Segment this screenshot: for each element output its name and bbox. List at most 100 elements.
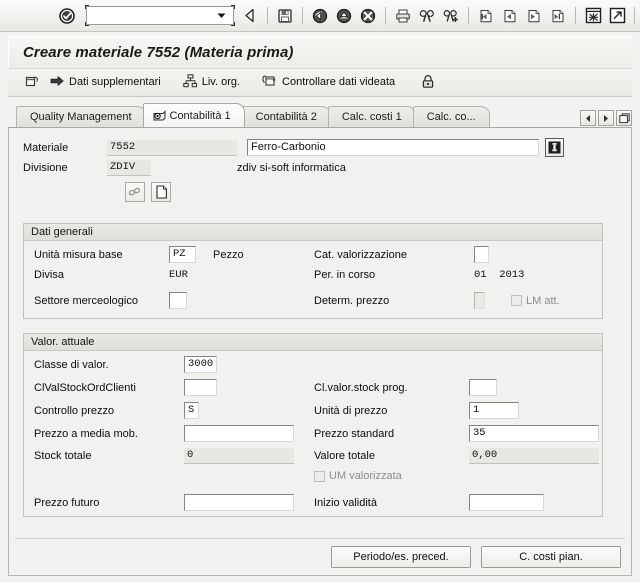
link-chain-icon[interactable] bbox=[125, 182, 145, 202]
prezzo-futuro-input[interactable] bbox=[184, 494, 294, 511]
create-shortcut-icon[interactable] bbox=[606, 5, 628, 27]
tab-contabilita-1[interactable]: Contabilità 1 bbox=[142, 103, 245, 127]
c-costi-pian-button[interactable]: C. costi pian. bbox=[481, 546, 621, 568]
per-in-corso-row: Per. in corso 01 2013 bbox=[314, 269, 524, 281]
system-toolbar: ? bbox=[0, 0, 640, 32]
settore-merceologico-row: Settore merceologico bbox=[34, 292, 187, 309]
settore-merceologico-input[interactable] bbox=[169, 292, 187, 309]
classe-di-valor-input[interactable]: 3000 bbox=[184, 356, 217, 373]
unita-di-prezzo-label: Unità di prezzo bbox=[314, 404, 388, 417]
materiale-input[interactable]: 7552 bbox=[107, 139, 237, 156]
tab-calc-costi-2[interactable]: Calc. co... bbox=[412, 106, 490, 127]
unita-misura-base-text: Pezzo bbox=[213, 248, 244, 261]
focus-corner-tl bbox=[85, 5, 89, 9]
cancel-icon[interactable] bbox=[357, 5, 379, 27]
unita-misura-base-input[interactable]: PZ bbox=[169, 246, 196, 263]
lock-icon bbox=[421, 74, 435, 92]
toolbar-separator bbox=[468, 7, 469, 24]
back-green-icon[interactable] bbox=[309, 5, 331, 27]
stock-totale-input: 0 bbox=[184, 448, 294, 464]
unita-misura-base-row: Unità misura base PZ Pezzo bbox=[34, 246, 244, 263]
back-icon[interactable] bbox=[239, 5, 261, 27]
find-next-icon[interactable] bbox=[440, 5, 462, 27]
tab-contabilita-2[interactable]: Contabilità 2 bbox=[241, 106, 331, 127]
divisione-description: zdiv si-soft informatica bbox=[237, 162, 346, 174]
chevron-down-icon[interactable] bbox=[213, 7, 229, 24]
check-circle-icon[interactable] bbox=[56, 5, 78, 27]
lock-button[interactable] bbox=[416, 71, 440, 94]
materiale-row: Materiale 7552 Ferro-Carbonio bbox=[23, 138, 564, 157]
cl-valor-stock-prog-input[interactable] bbox=[469, 379, 497, 396]
arrow-right-icon bbox=[50, 74, 65, 91]
command-input[interactable] bbox=[87, 8, 213, 23]
first-page-icon[interactable] bbox=[475, 5, 497, 27]
cat-valorizzazione-row: Cat. valorizzazione bbox=[314, 246, 489, 263]
prezzo-a-media-mob-input[interactable] bbox=[184, 425, 294, 442]
print-icon[interactable] bbox=[392, 5, 414, 27]
footer-button-bar: Periodo/es. preced. C. costi pian. bbox=[9, 546, 631, 568]
unita-misura-base-label: Unità misura base bbox=[34, 248, 123, 261]
dati-generali-group: Dati generali Unità misura base PZ Pezzo… bbox=[23, 223, 603, 319]
inizio-validita-input[interactable] bbox=[469, 494, 544, 511]
controllare-dati-videata-button[interactable]: Controllare dati videata bbox=[257, 71, 400, 94]
footer-separator bbox=[15, 538, 625, 539]
periodo-es-preced-button[interactable]: Periodo/es. preced. bbox=[331, 546, 471, 568]
check-screen-icon bbox=[262, 74, 278, 91]
unita-di-prezzo-input[interactable]: 1 bbox=[469, 402, 519, 419]
prezzo-futuro-label: Prezzo futuro bbox=[34, 496, 100, 509]
info-button-icon[interactable] bbox=[545, 138, 564, 157]
controllo-prezzo-row: Controllo prezzo S bbox=[34, 402, 199, 419]
toolbar-separator bbox=[302, 7, 303, 24]
divisione-row: Divisione ZDIV zdiv si-soft informatica bbox=[23, 160, 346, 176]
determ-prezzo-label: Determ. prezzo bbox=[314, 294, 390, 307]
save-icon[interactable] bbox=[274, 5, 296, 27]
document-page-icon[interactable] bbox=[151, 182, 171, 202]
tab-strip: Quality Management Contabilità 1 Contabi… bbox=[8, 103, 632, 127]
settore-merceologico-label: Settore merceologico bbox=[34, 294, 138, 307]
controllo-prezzo-input[interactable]: S bbox=[184, 402, 199, 419]
stock-totale-label: Stock totale bbox=[34, 450, 92, 462]
scroll-left-icon[interactable] bbox=[580, 110, 596, 126]
prezzo-a-media-mob-row: Prezzo a media mob. bbox=[34, 425, 294, 442]
valor-attuale-group: Valor. attuale Classe di valor. 3000 ClV… bbox=[23, 333, 603, 517]
classe-di-valor-label: Classe di valor. bbox=[34, 358, 109, 371]
valore-totale-label: Valore totale bbox=[314, 450, 375, 462]
tab-list: Quality Management Contabilità 1 Contabi… bbox=[8, 103, 490, 127]
per-in-corso-value: 01 2013 bbox=[474, 269, 525, 281]
tab-label: Contabilità 2 bbox=[255, 111, 317, 123]
divisione-input[interactable]: ZDIV bbox=[107, 160, 151, 176]
prezzo-standard-input[interactable]: 35 bbox=[469, 425, 599, 442]
focus-corner-br bbox=[231, 22, 235, 26]
controllare-dati-videata-label: Controllare dati videata bbox=[282, 76, 396, 88]
exit-up-icon[interactable] bbox=[333, 5, 355, 27]
tab-list-icon[interactable] bbox=[616, 110, 632, 126]
toolbar-separator bbox=[267, 7, 268, 24]
tab-quality-management[interactable]: Quality Management bbox=[16, 106, 146, 127]
materiale-description-input[interactable]: Ferro-Carbonio bbox=[247, 139, 539, 156]
previous-page-icon[interactable] bbox=[499, 5, 521, 27]
last-page-icon[interactable] bbox=[547, 5, 569, 27]
page-title: Creare materiale 7552 (Materia prima) bbox=[23, 44, 294, 61]
tab-calc-costi-1[interactable]: Calc. costi 1 bbox=[327, 106, 416, 127]
header-icon-buttons bbox=[125, 182, 171, 202]
valor-attuale-title: Valor. attuale bbox=[24, 334, 602, 351]
find-icon[interactable] bbox=[416, 5, 438, 27]
cat-valorizzazione-label: Cat. valorizzazione bbox=[314, 248, 407, 261]
next-page-icon[interactable] bbox=[523, 5, 545, 27]
new-session-icon[interactable] bbox=[582, 5, 604, 27]
um-valorizzata-row: UM valorizzata bbox=[314, 470, 402, 482]
lm-att-checkbox bbox=[511, 295, 522, 306]
unita-di-prezzo-row: Unità di prezzo 1 bbox=[314, 402, 519, 419]
liv-org-button[interactable]: Liv. org. bbox=[178, 71, 245, 94]
focus-corner-tr bbox=[231, 5, 235, 9]
sap-gui-window: ? Creare materiale 7552 (Materia prima) bbox=[0, 0, 640, 582]
dati-supplementari-button[interactable]: Dati supplementari bbox=[45, 71, 166, 94]
additional-data-button[interactable] bbox=[20, 71, 45, 94]
cat-valorizzazione-input[interactable] bbox=[474, 246, 489, 263]
clvalstockordclienti-input[interactable] bbox=[184, 379, 217, 396]
per-in-corso-label: Per. in corso bbox=[314, 269, 376, 281]
scroll-right-icon[interactable] bbox=[598, 110, 614, 126]
command-field-wrapper[interactable] bbox=[85, 5, 235, 26]
periodo-es-preced-label: Periodo/es. preced. bbox=[353, 551, 449, 563]
prezzo-a-media-mob-label: Prezzo a media mob. bbox=[34, 427, 138, 440]
